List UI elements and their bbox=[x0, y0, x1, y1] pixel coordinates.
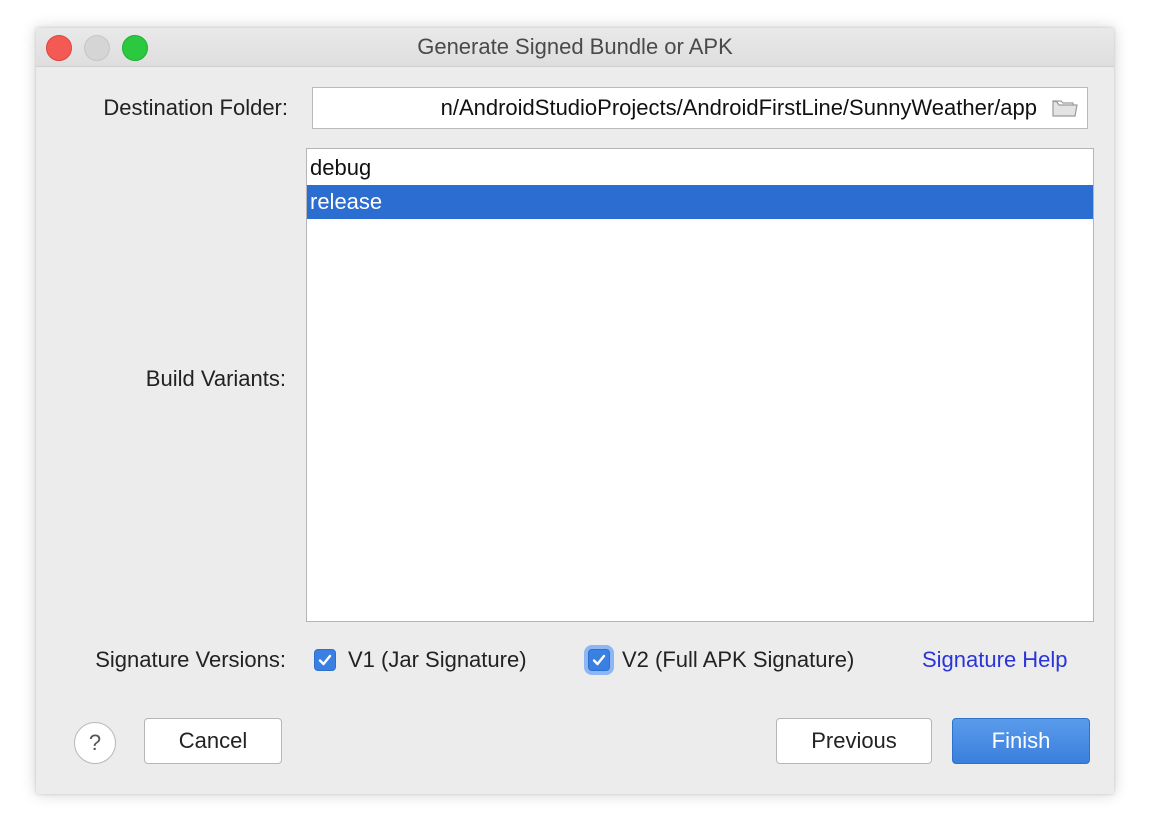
help-button[interactable]: ? bbox=[74, 722, 116, 764]
destination-folder-label: Destination Folder: bbox=[103, 95, 288, 120]
finish-button[interactable]: Finish bbox=[952, 718, 1090, 764]
v1-checkbox-label: V1 (Jar Signature) bbox=[348, 647, 527, 672]
signature-v2-option[interactable]: V2 (Full APK Signature) bbox=[588, 645, 854, 675]
dialog-window: Generate Signed Bundle or APK Destinatio… bbox=[36, 28, 1114, 794]
v1-checkbox[interactable] bbox=[314, 649, 336, 671]
v2-checkbox-label: V2 (Full APK Signature) bbox=[622, 647, 855, 672]
signature-v1-option[interactable]: V1 (Jar Signature) bbox=[314, 645, 527, 675]
variant-item-debug[interactable]: debug bbox=[307, 151, 1093, 185]
build-variants-label: Build Variants: bbox=[145, 366, 286, 391]
window-title: Generate Signed Bundle or APK bbox=[417, 34, 733, 59]
destination-folder-field[interactable]: n/AndroidStudioProjects/AndroidFirstLine… bbox=[312, 87, 1088, 129]
signature-help-link[interactable]: Signature Help bbox=[922, 647, 1068, 673]
folder-icon[interactable] bbox=[1051, 97, 1079, 119]
destination-folder-value: n/AndroidStudioProjects/AndroidFirstLine… bbox=[440, 95, 1037, 120]
previous-button[interactable]: Previous bbox=[776, 718, 932, 764]
cancel-button[interactable]: Cancel bbox=[144, 718, 282, 764]
signature-versions-label: Signature Versions: bbox=[95, 647, 286, 672]
build-variants-list[interactable]: debug release bbox=[306, 148, 1094, 622]
title-bar: Generate Signed Bundle or APK bbox=[36, 28, 1114, 67]
variant-item-release[interactable]: release bbox=[307, 185, 1093, 219]
v2-checkbox[interactable] bbox=[588, 649, 610, 671]
